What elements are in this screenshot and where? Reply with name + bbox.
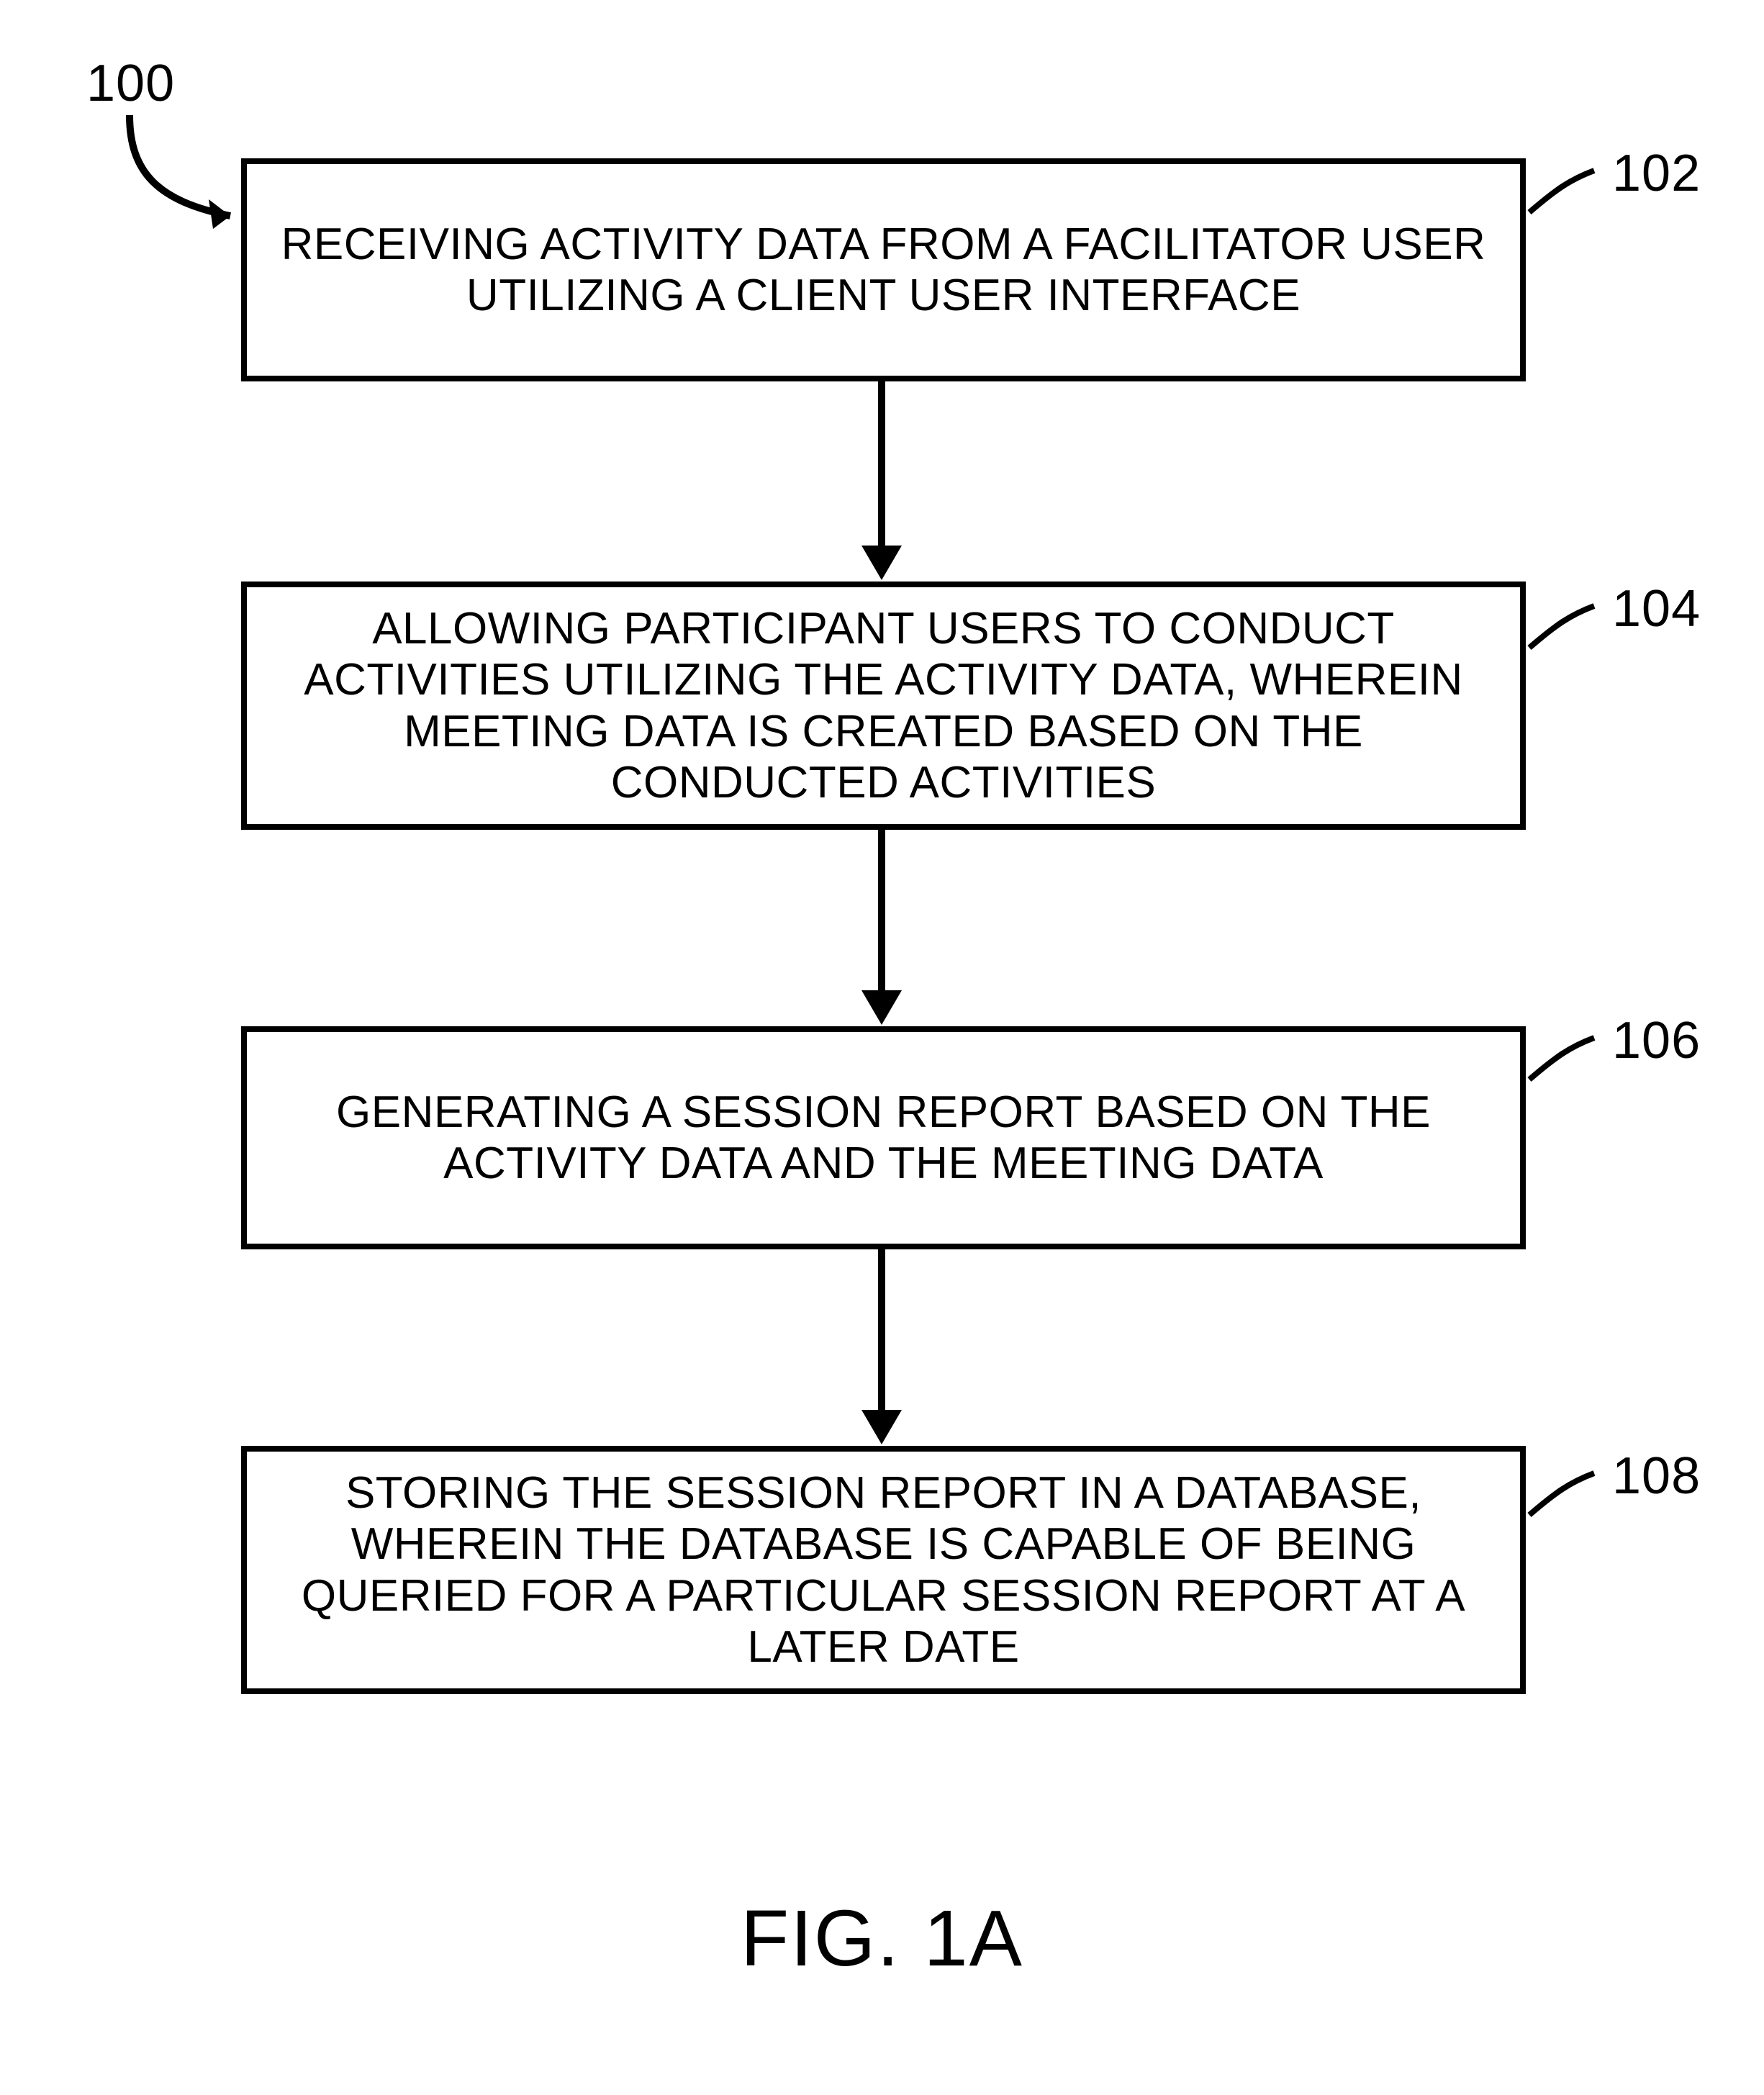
arrow-1-2 bbox=[861, 381, 902, 580]
step-text-1: RECEIVING ACTIVITY DATA FROM A FACILITAT… bbox=[247, 219, 1520, 322]
flowchart-canvas: 100 RECEIVING ACTIVITY DATA FROM A FACIL… bbox=[0, 0, 1764, 2095]
step-box-2: ALLOWING PARTICIPANT USERS TO CONDUCT AC… bbox=[241, 582, 1526, 830]
overall-ref-label: 100 bbox=[86, 54, 175, 113]
step-ref-2: 104 bbox=[1612, 579, 1701, 638]
step-ref-leader-4 bbox=[1526, 1465, 1612, 1537]
step-box-3: GENERATING A SESSION REPORT BASED ON THE… bbox=[241, 1026, 1526, 1249]
step-ref-leader-1 bbox=[1526, 162, 1612, 234]
step-text-4: STORING THE SESSION REPORT IN A DATABASE… bbox=[247, 1467, 1520, 1673]
step-text-2: ALLOWING PARTICIPANT USERS TO CONDUCT AC… bbox=[247, 603, 1520, 808]
step-ref-leader-2 bbox=[1526, 597, 1612, 669]
arrow-2-3 bbox=[861, 830, 902, 1025]
step-ref-leader-3 bbox=[1526, 1029, 1612, 1101]
step-ref-3: 106 bbox=[1612, 1011, 1701, 1070]
step-text-3: GENERATING A SESSION REPORT BASED ON THE… bbox=[247, 1087, 1520, 1190]
step-ref-1: 102 bbox=[1612, 144, 1701, 203]
step-box-4: STORING THE SESSION REPORT IN A DATABASE… bbox=[241, 1446, 1526, 1694]
arrow-3-4 bbox=[861, 1249, 902, 1444]
figure-caption: FIG. 1A bbox=[741, 1893, 1023, 1984]
step-ref-4: 108 bbox=[1612, 1447, 1701, 1506]
step-box-1: RECEIVING ACTIVITY DATA FROM A FACILITAT… bbox=[241, 158, 1526, 381]
